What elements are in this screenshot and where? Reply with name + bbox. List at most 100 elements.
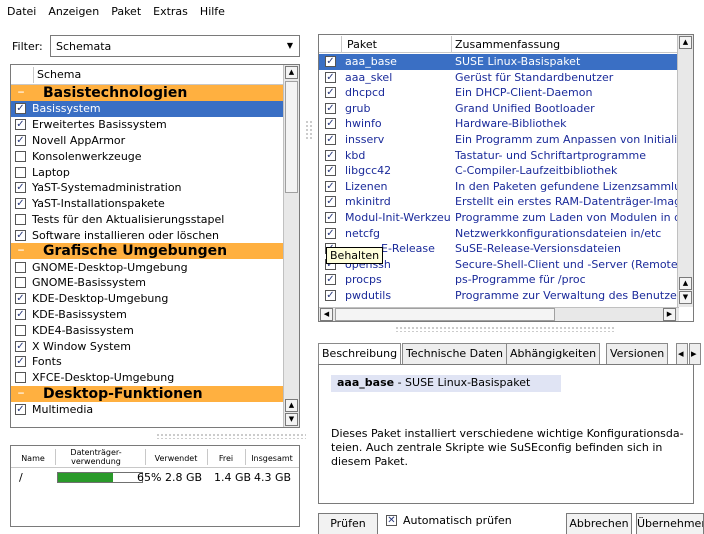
pattern-item[interactable]: Konsolenwerkzeuge — [11, 148, 285, 164]
scroll-up-icon[interactable]: ▲ — [285, 399, 298, 412]
collapse-icon[interactable]: − — [15, 388, 27, 400]
disk-col-usage[interactable]: Datenträger-verwendung — [61, 448, 131, 466]
checkbox-checked-icon[interactable]: ✓ — [15, 198, 26, 210]
checkbox-unchecked-icon[interactable] — [15, 166, 26, 178]
checkbox-checked-icon[interactable]: ✓ — [325, 71, 336, 83]
package-row[interactable]: ✓ hwinfo Hardware-Bibliothek — [319, 116, 679, 132]
checkbox-checked-icon[interactable]: ✓ — [325, 102, 336, 114]
checkbox-unchecked-icon[interactable] — [15, 277, 26, 289]
checkbox-checked-icon[interactable]: ✓ — [15, 103, 26, 115]
checkbox-checked-icon[interactable]: ✓ — [325, 165, 336, 177]
package-row[interactable]: ✓ aaa_skel Gerüst für Standardbenutzer — [319, 70, 679, 86]
filter-select[interactable]: Schemata ▼ — [50, 35, 300, 57]
tab-scroll-left-icon[interactable]: ◂ — [676, 343, 688, 365]
pattern-item[interactable]: ✓ KDE-Desktop-Umgebung — [11, 291, 285, 307]
checkbox-checked-icon[interactable]: ✓ — [325, 227, 336, 239]
pattern-item[interactable]: GNOME-Desktop-Umgebung — [11, 259, 285, 275]
scroll-up-icon[interactable]: ▲ — [285, 66, 298, 79]
disk-col-name[interactable]: Name — [21, 454, 45, 463]
menu-extras[interactable]: Extras — [153, 5, 188, 18]
checkbox-checked-icon[interactable]: ✓ — [15, 134, 26, 146]
checkbox-checked-icon[interactable]: ✓ — [325, 56, 336, 67]
collapse-icon[interactable]: − — [15, 245, 27, 257]
disk-row[interactable]: / 65% 2.8 GB 1.4 GB 4.3 GB — [11, 471, 299, 485]
checkbox-checked-icon[interactable]: ✓ — [325, 118, 336, 130]
disk-col-free[interactable]: Frei — [211, 454, 241, 463]
checkbox-unchecked-icon[interactable] — [15, 324, 26, 336]
pattern-list[interactable]: Schema − Basistechnologien ✓ Basissystem ✓ Er… — [10, 64, 300, 428]
package-table[interactable]: Paket Zusammenfassung ✓ aaa_base SUSE Linu… — [318, 34, 694, 322]
package-row[interactable]: ✓ pwdutils Programme zur Verwaltung des Be… — [319, 288, 693, 304]
tab-abhaengigkeiten[interactable]: Abhängigkeiten — [506, 343, 601, 365]
splitter-handle[interactable] — [395, 326, 615, 332]
package-table-scrollbar[interactable]: ▲ ▲ ▼ — [677, 35, 693, 307]
pattern-item[interactable]: KDE4-Basissystem — [11, 322, 285, 338]
package-row[interactable]: ✓ procps ps-Programme für /proc — [319, 272, 679, 288]
package-row[interactable]: ✓ dhcpcd Ein DHCP-Client-Daemon — [319, 85, 679, 101]
checkbox-checked-icon[interactable]: ✓ — [325, 211, 336, 223]
checkbox-checked-icon[interactable]: ✓ — [15, 340, 26, 352]
checkbox-checked-icon[interactable]: ✓ — [15, 356, 26, 368]
pattern-item[interactable]: ✓ YaST-Systemadministration — [11, 180, 285, 196]
package-row[interactable]: ✓ kbd Tastatur- und Schriftartprogramme — [319, 148, 679, 164]
pattern-item[interactable]: XFCE-Desktop-Umgebung — [11, 370, 285, 386]
checkbox-unchecked-icon[interactable] — [15, 150, 26, 162]
collapse-icon[interactable]: − — [15, 87, 27, 99]
pattern-item[interactable]: Tests für den Aktualisierungsstapel — [11, 212, 285, 228]
pattern-item[interactable]: ✓ Multimedia — [11, 402, 285, 418]
checkbox-checked-icon[interactable]: ✓ — [325, 149, 336, 161]
tab-technische-daten[interactable]: Technische Daten — [402, 343, 507, 365]
package-row[interactable]: ✓ aaa_base SUSE Linux-Basispaket — [319, 54, 679, 70]
cancel-button[interactable]: Abbrechen — [566, 513, 632, 534]
pattern-item[interactable]: ✓ X Window System — [11, 338, 285, 354]
pattern-item[interactable]: ✓ YaST-Installationspakete — [11, 196, 285, 212]
disk-col-total[interactable]: Insgesamt — [247, 454, 297, 463]
accept-button[interactable]: Übernehmen — [636, 513, 704, 534]
pattern-item[interactable]: ✓ Software installieren oder löschen — [11, 227, 285, 243]
tab-versionen[interactable]: Versionen — [606, 343, 669, 365]
column-header-summary[interactable]: Zusammenfassung — [455, 38, 560, 51]
package-row[interactable]: ✓ insserv Ein Programm zum Anpassen von In… — [319, 132, 693, 148]
pattern-category[interactable]: − Basistechnologien — [11, 85, 285, 101]
splitter-handle-vertical[interactable] — [305, 120, 313, 140]
checkbox-checked-icon[interactable]: ✓ — [15, 293, 26, 305]
pattern-item[interactable]: ✓ Basissystem — [11, 101, 285, 117]
scroll-up-icon[interactable]: ▲ — [679, 277, 692, 290]
package-table-hscrollbar[interactable]: ◀ ▶ — [319, 307, 679, 321]
menu-anzeigen[interactable]: Anzeigen — [48, 5, 99, 18]
check-button[interactable]: Prüfen — [318, 513, 378, 534]
pattern-item[interactable]: ✓ KDE-Basissystem — [11, 307, 285, 323]
checkbox-checked-icon[interactable]: ✕ — [386, 515, 397, 526]
package-row[interactable]: ✓ Lizenen In den Paketen gefundene Lizenzs… — [319, 179, 688, 195]
checkbox-checked-icon[interactable]: ✓ — [15, 308, 26, 320]
checkbox-checked-icon[interactable]: ✓ — [325, 274, 336, 286]
pattern-item[interactable]: ✓ Fonts — [11, 354, 285, 370]
scroll-up-icon[interactable]: ▲ — [679, 36, 692, 49]
scroll-left-icon[interactable]: ◀ — [320, 308, 333, 321]
package-row[interactable]: ✓ Modul-Init-Werkzeu Programme zum Laden v… — [319, 210, 693, 226]
disk-col-used[interactable]: Verwendet — [147, 454, 205, 463]
checkbox-checked-icon[interactable]: ✓ — [325, 196, 336, 208]
scroll-right-icon[interactable]: ▶ — [663, 308, 676, 321]
checkbox-checked-icon[interactable]: ✓ — [325, 289, 336, 301]
scroll-down-icon[interactable]: ▼ — [679, 291, 692, 304]
package-row[interactable]: ✓ grub Grand Unified Bootloader — [319, 101, 679, 117]
tab-scroll-right-icon[interactable]: ▸ — [689, 343, 701, 365]
checkbox-unchecked-icon[interactable] — [15, 372, 26, 384]
menu-hilfe[interactable]: Hilfe — [200, 5, 225, 18]
checkbox-checked-icon[interactable]: ✓ — [325, 133, 336, 145]
scroll-down-icon[interactable]: ▼ — [285, 413, 298, 426]
checkbox-checked-icon[interactable]: ✓ — [325, 87, 336, 99]
checkbox-checked-icon[interactable]: ✓ — [15, 119, 26, 131]
checkbox-unchecked-icon[interactable] — [15, 213, 26, 225]
column-header-schema[interactable]: Schema — [37, 68, 81, 81]
checkbox-checked-icon[interactable]: ✓ — [15, 403, 26, 415]
checkbox-unchecked-icon[interactable] — [15, 261, 26, 273]
column-header-paket[interactable]: Paket — [347, 38, 377, 51]
pattern-item[interactable]: Laptop — [11, 164, 285, 180]
pattern-category[interactable]: − Grafische Umgebungen — [11, 243, 285, 260]
checkbox-checked-icon[interactable]: ✓ — [15, 229, 26, 241]
checkbox-checked-icon[interactable]: ✓ — [325, 180, 336, 192]
pattern-category[interactable]: − Desktop-Funktionen — [11, 385, 285, 402]
pattern-item[interactable]: GNOME-Basissystem — [11, 275, 285, 291]
